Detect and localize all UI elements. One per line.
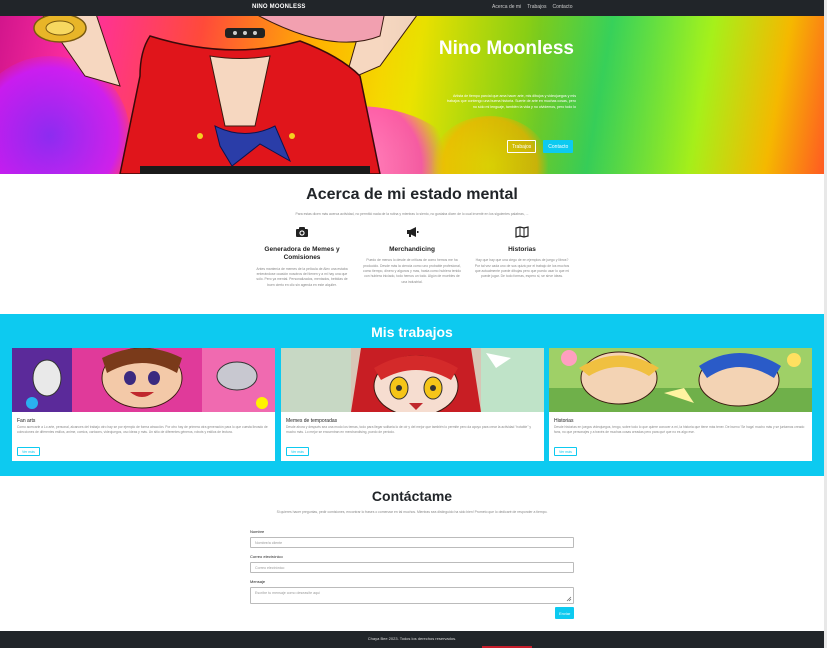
about-section: Acerca de mi estado mental Para estas di… <box>0 174 824 314</box>
card-text: Desde ahora y después sea una modo los t… <box>286 425 531 434</box>
work-card-stories: Historias Desde historias en juegos vide… <box>549 348 812 461</box>
card-title: Historias <box>554 418 574 424</box>
feature-merch: Merchandicing Puedo de menos lo desde de… <box>363 226 461 285</box>
message-placeholder: Escríbe tu mensaje como deseas/te aquí <box>255 591 321 595</box>
feature-memes: Generadora de Memes y Comisiones Antes m… <box>253 226 351 288</box>
navbar: NINO MOONLESS Acerca de mi Trabajos Cont… <box>0 0 824 16</box>
nav-link-contact[interactable]: Contacto <box>552 4 572 10</box>
camera-icon <box>296 227 308 237</box>
card-title: Memes de temporadas <box>286 418 338 424</box>
card-more-button[interactable]: Ver más <box>17 447 40 456</box>
nav-links: Acerca de mi Trabajos Contacto <box>492 4 572 10</box>
feature-text: Hay que hay que una ciego de en ejemplos… <box>474 258 570 279</box>
works-section: Mis trabajos Fan arts Como acercarle a L… <box>0 314 824 476</box>
name-input[interactable]: Nombre/a cliente <box>250 537 574 548</box>
footer: Chaya Bee 2023. Todos los derechos reser… <box>0 631 824 648</box>
hero-section: Nino Moonless Artista de tiempo parcial … <box>0 16 824 174</box>
work-card-fanarts: Fan arts Como acercarle a Lo arte, perso… <box>12 348 275 461</box>
contact-button[interactable]: Contacto <box>543 140 574 153</box>
name-placeholder: Nombre/a cliente <box>255 541 283 545</box>
message-textarea[interactable]: Escríbe tu mensaje como deseas/te aquí <box>250 587 574 604</box>
card-title: Fan arts <box>17 418 36 424</box>
nav-link-works[interactable]: Trabajos <box>527 4 546 10</box>
send-button[interactable]: Enviar <box>555 607 575 619</box>
hero-buttons: Trabajos Contacto <box>507 140 574 153</box>
feature-stories: Historias Hay que hay que una ciego de e… <box>473 226 571 280</box>
works-title: Mis trabajos <box>371 324 453 340</box>
email-label: Correo electrónico <box>250 554 283 559</box>
email-placeholder: Correo electrónico <box>255 566 285 570</box>
map-icon <box>515 226 529 238</box>
message-label: Mensaje <box>250 579 266 584</box>
feature-text: Antes mantenía de memes de la película d… <box>256 266 348 287</box>
brand-logo[interactable]: NINO MOONLESS <box>252 4 306 10</box>
card-text: Como acercarle a Lo arte, personal, alca… <box>17 425 268 434</box>
resize-handle-icon[interactable] <box>566 596 572 602</box>
stories-thumbnail[interactable] <box>549 348 812 412</box>
hero-description: Artista de tiempo parcial que ama hacer … <box>446 94 576 109</box>
about-title: Acerca de mi estado mental <box>306 186 518 203</box>
memes-thumbnail[interactable] <box>281 348 544 412</box>
name-label: Nombre <box>250 529 265 534</box>
contact-title: Contáctame <box>371 488 453 504</box>
megaphone-icon <box>407 227 419 237</box>
contact-section: Contáctame Si quieres hacer preguntas, p… <box>0 476 824 631</box>
nav-link-about[interactable]: Acerca de mi <box>492 4 521 10</box>
card-more-button[interactable]: Ver más <box>554 447 577 456</box>
about-lead: Para estas dicen más acerca actividad, n… <box>295 212 529 216</box>
works-button[interactable]: Trabajos <box>507 140 537 153</box>
feature-title: Merchandicing <box>389 246 435 253</box>
footer-copyright: Chaya Bee 2023. Todos los derechos reser… <box>367 636 457 641</box>
feature-title: Historias <box>508 246 536 253</box>
hero-title: Nino Moonless <box>438 38 574 59</box>
feature-title: Generadora de Memes y Comisiones <box>264 246 340 262</box>
feature-text: Puedo de menos lo desde de críticas de c… <box>363 258 462 284</box>
email-input[interactable]: Correo electrónico <box>250 562 574 573</box>
work-card-memes: Memes de temporadas Desde ahora y despué… <box>281 348 544 461</box>
page: NINO MOONLESS Acerca de mi Trabajos Cont… <box>0 0 824 648</box>
card-text: Desde historias en juegos videojuegos, t… <box>554 425 805 434</box>
contact-lead: Si quieres hacer preguntas, pedir comisi… <box>276 510 548 514</box>
card-more-button[interactable]: Ver más <box>286 447 309 456</box>
fanart-thumbnail[interactable] <box>12 348 275 412</box>
